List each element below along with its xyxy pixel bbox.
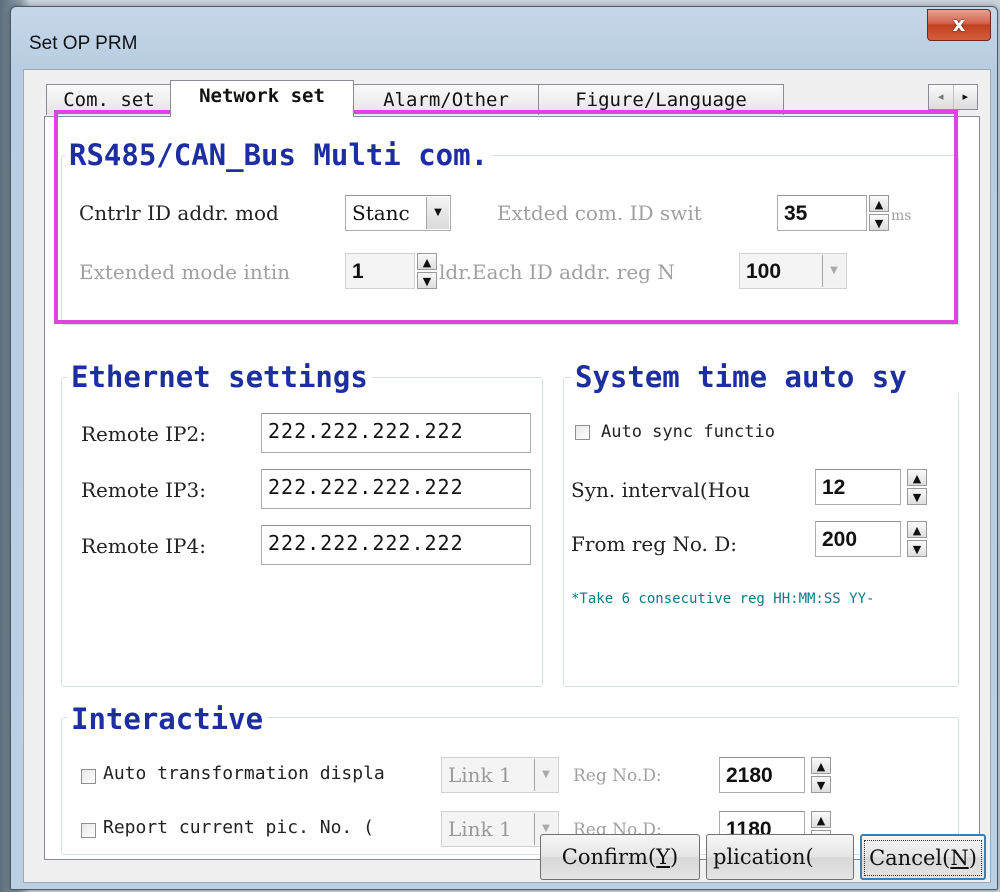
from-reg-input[interactable]: 200	[815, 521, 901, 557]
confirm-accel: Y	[656, 845, 671, 869]
scroll-left-icon[interactable]: ◂	[929, 85, 953, 109]
highlight-annotation	[54, 110, 958, 324]
cancel-label: Cancel(	[869, 846, 951, 870]
report-pic-checkbox[interactable]	[81, 823, 96, 838]
spin-down-icon[interactable]: ▼	[811, 776, 831, 793]
cancel-accel: N	[950, 846, 969, 870]
ethernet-group-title: Ethernet settings	[67, 361, 372, 393]
auto-transform-checkbox[interactable]	[81, 769, 96, 784]
cancel-label-end: )	[968, 846, 977, 870]
from-reg-value: 200	[822, 528, 858, 551]
sync-interval-spinner[interactable]: ▲ ▼	[907, 469, 927, 505]
spin-down-icon[interactable]: ▼	[907, 488, 927, 505]
spin-up-icon[interactable]: ▲	[811, 811, 831, 828]
remote-ip3-input[interactable]: 222.222.222.222	[261, 469, 531, 509]
tab-network-set[interactable]: Network set	[170, 80, 354, 117]
chevron-down-icon[interactable]: ▼	[534, 759, 557, 791]
close-button[interactable]: x	[927, 9, 991, 41]
remote-ip4-label: Remote IP4:	[81, 534, 206, 558]
auto-transform-link-select[interactable]: Link 1 ▼	[441, 757, 559, 793]
auto-transform-reg-value: 2180	[726, 764, 773, 787]
auto-transform-reg-label: Reg No.D:	[573, 766, 662, 786]
auto-sync-checkbox[interactable]	[575, 425, 590, 440]
cancel-focus-frame: Cancel(N)	[864, 840, 982, 876]
spin-up-icon[interactable]: ▲	[907, 469, 927, 486]
apply-button[interactable]: plication(	[706, 834, 854, 880]
auto-sync-label: Auto sync functio	[601, 422, 775, 442]
cancel-button[interactable]: Cancel(N)	[860, 834, 986, 880]
auto-transform-reg-input[interactable]: 2180	[719, 757, 805, 793]
auto-transform-label: Auto transformation displa	[103, 763, 385, 784]
remote-ip4-input[interactable]: 222.222.222.222	[261, 525, 531, 565]
sync-interval-label: Syn. interval(Hou	[571, 478, 751, 502]
apply-label: plication(	[713, 845, 814, 869]
auto-transform-reg-spinner[interactable]: ▲ ▼	[811, 757, 831, 793]
remote-ip2-label: Remote IP2:	[81, 422, 206, 446]
confirm-button[interactable]: Confirm(Y)	[540, 834, 700, 880]
interactive-group-title: Interactive	[67, 703, 268, 735]
window-title: Set OP PRM	[29, 33, 138, 54]
sync-interval-input[interactable]: 12	[815, 469, 901, 505]
remote-ip3-label: Remote IP3:	[81, 478, 206, 502]
spin-down-icon[interactable]: ▼	[907, 540, 927, 557]
spin-up-icon[interactable]: ▲	[907, 521, 927, 538]
confirm-label: Confirm(	[561, 845, 657, 869]
auto-transform-link-value: Link 1	[448, 763, 512, 787]
report-pic-link-value: Link 1	[448, 817, 512, 841]
title-bar[interactable]: Set OP PRM x	[11, 7, 997, 67]
from-reg-spinner[interactable]: ▲ ▼	[907, 521, 927, 557]
report-pic-label: Report current pic. No. (	[103, 817, 374, 838]
scroll-right-icon[interactable]: ▸	[952, 85, 978, 109]
systime-note: *Take 6 consecutive reg HH:MM:SS YY-	[571, 591, 875, 607]
sync-interval-value: 12	[822, 476, 846, 499]
tab-scroll-buttons: ◂ ▸	[928, 84, 978, 110]
close-icon: x	[952, 12, 966, 36]
remote-ip2-input[interactable]: 222.222.222.222	[261, 413, 531, 453]
spin-up-icon[interactable]: ▲	[811, 757, 831, 774]
confirm-label-end: )	[670, 845, 679, 869]
from-reg-label: From reg No. D:	[571, 532, 738, 556]
systime-group-title: System time auto sy	[571, 361, 963, 393]
